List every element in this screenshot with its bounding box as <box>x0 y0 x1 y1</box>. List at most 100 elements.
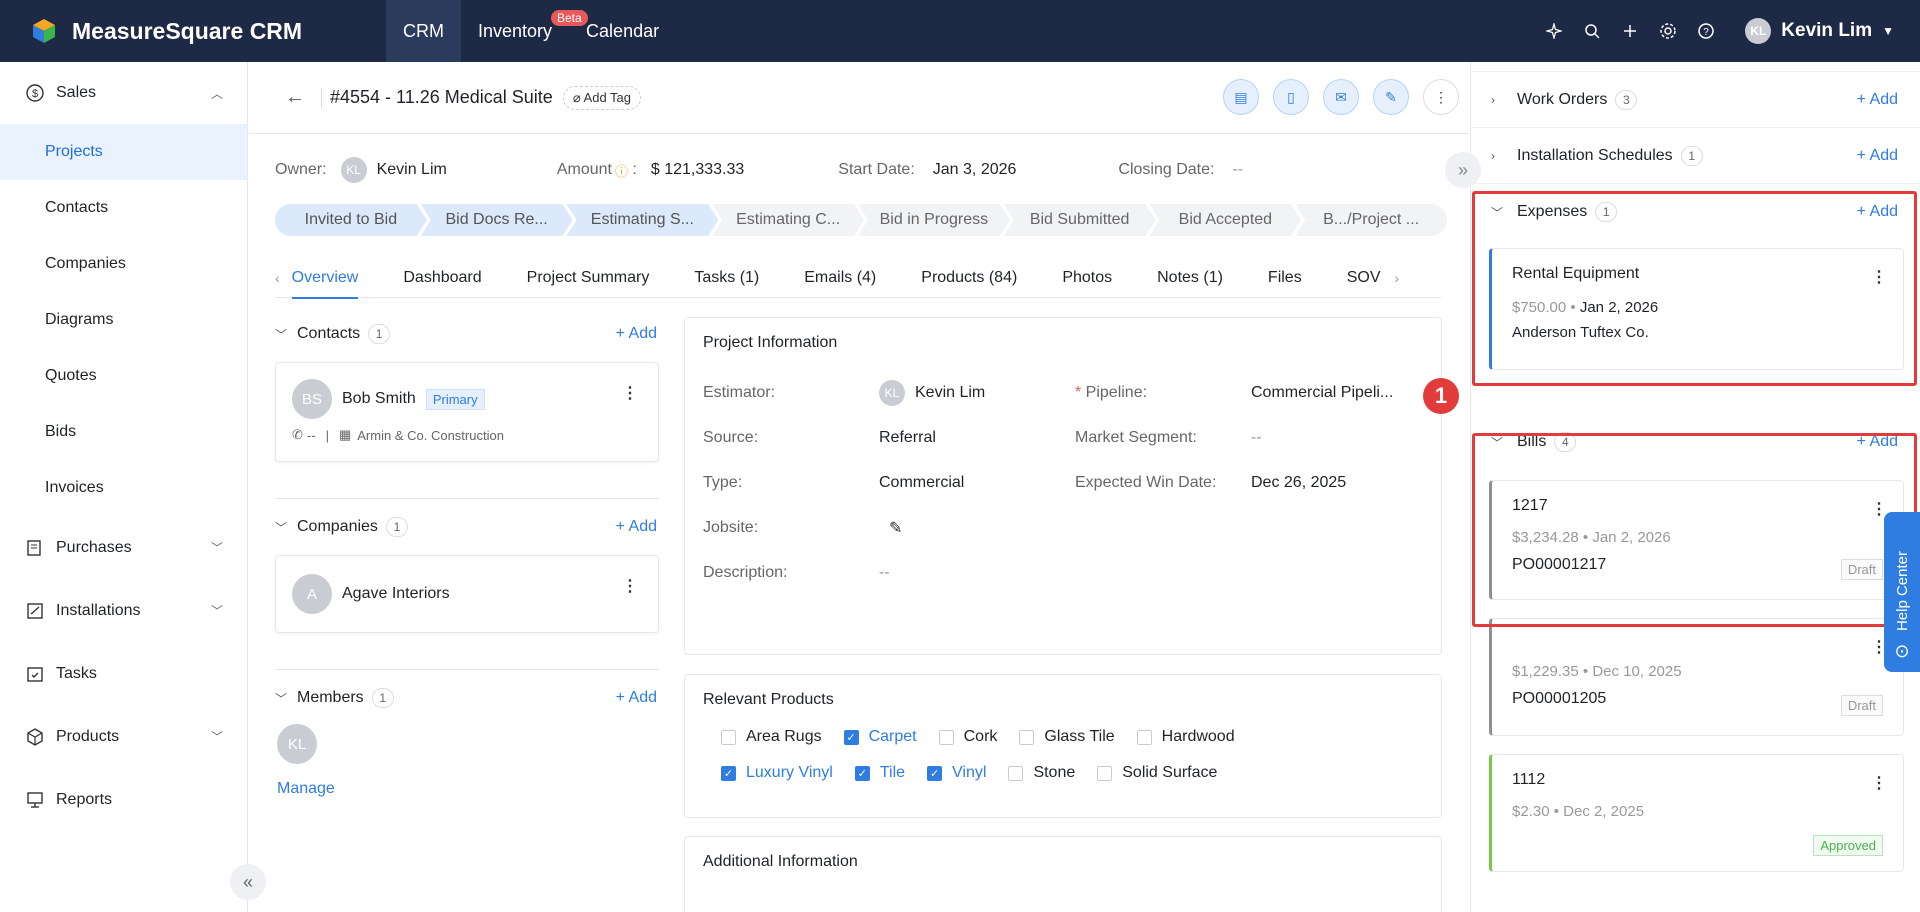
chevron-down-icon[interactable]: ﹀ <box>275 326 287 343</box>
chevron-right-icon[interactable]: › <box>1395 270 1400 286</box>
checkbox[interactable] <box>721 729 736 745</box>
tab-files[interactable]: Files <box>1268 258 1302 298</box>
company-name[interactable]: Agave Interiors <box>342 585 450 603</box>
add-member-button[interactable]: + Add <box>616 689 657 707</box>
manage-link[interactable]: Manage <box>277 780 659 798</box>
work-orders-header[interactable]: › Work Orders 3 + Add <box>1471 72 1920 128</box>
bill-card[interactable]: 1112 $2.30 • Dec 2, 2025 Approved ⋮ <box>1489 754 1904 872</box>
sidebar-item-companies[interactable]: Companies <box>0 236 247 292</box>
sidebar-item-projects[interactable]: Projects <box>0 124 247 180</box>
mail-icon[interactable]: ✉ <box>1323 79 1359 115</box>
add-contact-button[interactable]: + Add <box>616 325 657 343</box>
company-card[interactable]: A Agave Interiors ⋮ <box>275 555 659 633</box>
chevron-down-icon[interactable]: ﹀ <box>275 690 287 707</box>
topnav-calendar[interactable]: Calendar <box>569 0 676 62</box>
stage-estimating-c[interactable]: Estimating C... <box>712 204 864 236</box>
app-logo[interactable]: MeasureSquare CRM <box>0 0 386 62</box>
tab-tasks[interactable]: Tasks (1) <box>694 258 759 298</box>
tab-notes[interactable]: Notes (1) <box>1157 258 1223 298</box>
stage-project[interactable]: B.../Project ... <box>1295 204 1447 236</box>
sidebar-item-bids[interactable]: Bids <box>0 404 247 460</box>
add-work-order-button[interactable]: + Add <box>1857 91 1898 109</box>
stage-bid-in-progress[interactable]: Bid in Progress <box>858 204 1010 236</box>
product-hardwood[interactable]: Hardwood <box>1136 719 1235 755</box>
sidebar-item-diagrams[interactable]: Diagrams <box>0 292 247 348</box>
product-glass-tile[interactable]: Glass Tile <box>1019 719 1115 755</box>
sidebar-item-quotes[interactable]: Quotes <box>0 348 247 404</box>
product-carpet[interactable]: ✓ Carpet <box>843 719 917 755</box>
product-cork[interactable]: Cork <box>938 719 997 755</box>
topnav-inventory[interactable]: Inventory Beta <box>461 0 588 62</box>
pipeline-value[interactable]: Commercial Pipeli... <box>1251 384 1393 402</box>
sidebar-item-contacts[interactable]: Contacts <box>0 180 247 236</box>
installation-schedules-header[interactable]: › Installation Schedules 1 + Add <box>1471 128 1920 184</box>
product-vinyl[interactable]: ✓ Vinyl <box>927 755 986 791</box>
chevron-left-icon[interactable]: ‹ <box>275 270 280 286</box>
sidebar-group-products[interactable]: Products ﹀ <box>0 705 247 768</box>
user-menu[interactable]: KL Kevin Lim ▼ <box>1745 18 1894 44</box>
contact-more-icon[interactable]: ⋮ <box>622 383 638 403</box>
edit-icon[interactable]: ✎ <box>1373 79 1409 115</box>
plus-icon[interactable] <box>1611 12 1649 50</box>
product-tile[interactable]: ✓ Tile <box>854 755 905 791</box>
sidebar-item-tasks[interactable]: Tasks <box>0 642 247 705</box>
sidebar-group-sales[interactable]: $ Sales ︿ <box>0 62 247 124</box>
file-icon[interactable]: ▯ <box>1273 79 1309 115</box>
tab-sov[interactable]: SOV <box>1347 258 1381 298</box>
owner-value[interactable]: Kevin Lim <box>377 161 447 179</box>
tab-products[interactable]: Products (84) <box>921 258 1017 298</box>
sidebar-item-reports[interactable]: Reports <box>0 768 247 831</box>
stage-bid-docs[interactable]: Bid Docs Re... <box>421 204 573 236</box>
add-tag-button[interactable]: ⌀ Add Tag <box>562 85 642 110</box>
product-area-rugs[interactable]: Area Rugs <box>721 719 822 755</box>
pencil-icon[interactable]: ✎ <box>879 518 1075 538</box>
help-icon[interactable]: ? <box>1687 12 1725 50</box>
description-value[interactable]: -- <box>879 564 1075 582</box>
ai-sparkle-icon[interactable] <box>1535 12 1573 50</box>
checkbox[interactable] <box>1136 729 1152 745</box>
product-luxury-vinyl[interactable]: ✓ Luxury Vinyl <box>721 755 833 791</box>
checkbox-checked[interactable]: ✓ <box>843 729 859 745</box>
checkbox[interactable] <box>1019 729 1035 745</box>
stage-invited-to-bid[interactable]: Invited to Bid <box>275 204 427 236</box>
gear-icon[interactable] <box>1649 12 1687 50</box>
contact-card[interactable]: BS Bob Smith Primary ✆ -- | ▦ Armin & Co… <box>275 362 659 462</box>
company-more-icon[interactable]: ⋮ <box>622 576 638 596</box>
expand-panel-icon[interactable]: » <box>1445 152 1481 188</box>
search-icon[interactable] <box>1573 12 1611 50</box>
checkbox-checked[interactable]: ✓ <box>927 765 943 781</box>
stage-bid-submitted[interactable]: Bid Submitted <box>1004 204 1156 236</box>
add-installation-schedule-button[interactable]: + Add <box>1857 147 1898 165</box>
member-avatar[interactable]: KL <box>277 724 317 764</box>
stage-bid-accepted[interactable]: Bid Accepted <box>1150 204 1302 236</box>
back-arrow-icon[interactable]: ← <box>285 86 305 109</box>
market-segment-value[interactable]: -- <box>1251 429 1262 447</box>
add-company-button[interactable]: + Add <box>616 518 657 536</box>
checkbox-checked[interactable]: ✓ <box>721 765 736 781</box>
product-stone[interactable]: Stone <box>1008 755 1075 791</box>
tab-photos[interactable]: Photos <box>1062 258 1112 298</box>
bill-card[interactable]: $1,229.35 • Dec 10, 2025 PO00001205 Draf… <box>1489 618 1904 736</box>
source-value[interactable]: Referral <box>879 429 1075 447</box>
bill-more-icon[interactable]: ⋮ <box>1871 773 1887 793</box>
checkbox-checked[interactable]: ✓ <box>854 765 870 781</box>
sidebar-group-installations[interactable]: Installations ﹀ <box>0 579 247 642</box>
contact-company[interactable]: Armin & Co. Construction <box>357 428 504 443</box>
type-value[interactable]: Commercial <box>879 474 1075 492</box>
tab-project-summary[interactable]: Project Summary <box>527 258 650 298</box>
tab-dashboard[interactable]: Dashboard <box>403 258 481 298</box>
help-center-button[interactable]: Help Center ⊙ <box>1884 512 1920 672</box>
sidebar-item-invoices[interactable]: Invoices <box>0 460 247 516</box>
checkbox[interactable] <box>1008 765 1024 781</box>
estimator-field[interactable]: KL Kevin Lim <box>879 379 1075 406</box>
checkbox[interactable] <box>938 729 954 745</box>
document-icon[interactable]: ▤ <box>1223 79 1259 115</box>
sidebar-group-purchases[interactable]: Purchases ﹀ <box>0 516 247 579</box>
checkbox[interactable] <box>1097 765 1113 781</box>
tab-overview[interactable]: Overview <box>291 258 358 299</box>
product-solid-surface[interactable]: Solid Surface <box>1097 755 1217 791</box>
stage-estimating-s[interactable]: Estimating S... <box>567 204 719 236</box>
expected-win-date-value[interactable]: Dec 26, 2025 <box>1251 474 1346 492</box>
tab-emails[interactable]: Emails (4) <box>804 258 876 298</box>
contact-name[interactable]: Bob Smith <box>342 390 416 408</box>
